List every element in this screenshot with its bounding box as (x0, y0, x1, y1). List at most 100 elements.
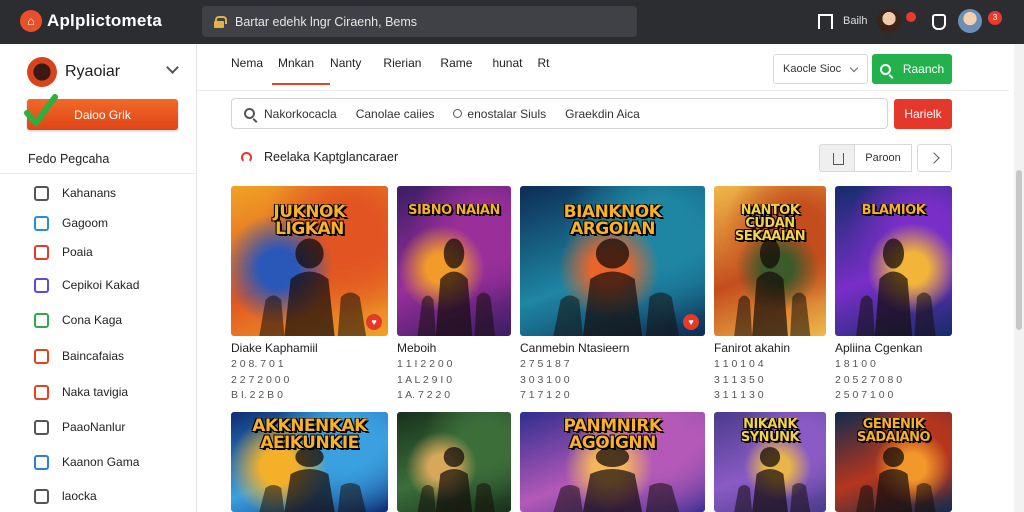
game-thumbnail[interactable]: BLAMIOK (835, 186, 952, 336)
sidebar-item[interactable]: Baincafaias (34, 346, 184, 366)
sidebar-item[interactable]: Cona Kaga (34, 310, 184, 330)
checkmark-icon (24, 94, 58, 126)
google-icon (34, 244, 49, 260)
game-art-title: SIBNO NAIAN (408, 204, 500, 217)
profile-avatar[interactable] (958, 9, 982, 33)
favorite-icon[interactable]: ♥ (683, 314, 699, 330)
sidebar-item-label: Naka tavigia (62, 385, 129, 399)
tab-bar: Nema Mnkan Nanty Rierian Rame hunat Rt (231, 56, 549, 86)
sidebar-item-label: Baincafaias (62, 349, 125, 363)
game-thumbnail[interactable]: SIBNO NAIAN (397, 186, 511, 336)
leaf-icon (34, 312, 49, 328)
action-button[interactable]: Harielk (894, 99, 952, 129)
game-title[interactable]: Fanirot akahin (714, 341, 790, 355)
sort-select-value: Kaocle Sioc (783, 63, 842, 75)
bookmark-icon[interactable] (815, 12, 833, 30)
sidebar-item-label: PaaoNanlur (62, 420, 126, 434)
game-art-title: JUKNOK LIGKAN (273, 204, 346, 238)
app-logo-icon[interactable]: ⌂ (20, 10, 42, 32)
filter-chip-label: enostalar Siuls (467, 106, 547, 121)
section-title: Reelaka Kaptglancaraer (241, 150, 398, 164)
count-badge: 3 (988, 11, 1002, 25)
game-thumbnail[interactable]: NANTOK CUDAN SEKAAIAN (714, 186, 826, 336)
filter-chip-label: Nakorkocacla (264, 106, 337, 121)
favorite-icon[interactable]: ♥ (366, 314, 382, 330)
game-thumbnail[interactable]: JUKNOK LIGKAN ♥ (231, 186, 388, 336)
radio-icon (453, 108, 463, 118)
game-meta: 1 A. 7 2 2 0 (397, 389, 451, 401)
character-art (417, 447, 496, 512)
avatar[interactable] (877, 9, 901, 33)
game-meta: 2 0 5 2 7 0 8 0 (835, 373, 903, 386)
game-title[interactable]: Apliina Cgenkan (835, 341, 922, 355)
game-meta: 1 1 I 2 2 0 0 (397, 358, 453, 370)
game-meta: B I. 2 2 B 0 (231, 389, 283, 401)
sidebar-item[interactable]: PaaoNanlur (34, 417, 184, 437)
sidebar-item[interactable]: Kaanon Gama (34, 452, 184, 472)
brand-name: Ryaoiar (65, 63, 121, 80)
game-art-title: NIKANK SYNUNK (740, 418, 800, 444)
section-heading: Fedo Pegcaha (28, 152, 110, 166)
sidebar-item[interactable]: Naka tavigia (34, 382, 184, 402)
sort-dropdown[interactable]: Paroon (855, 144, 912, 172)
address-bar[interactable]: Bartar edehk lngr Ciraenh, Bems (202, 6, 637, 37)
sidebar-item-label: laocka (62, 489, 97, 503)
divider (197, 90, 1009, 91)
chevron-right-icon[interactable] (917, 144, 952, 172)
search-input[interactable]: Nakorkocacla Canolae caiies enostalar Siul… (231, 98, 888, 129)
game-meta: 2 2 7 2 0 0 0 (231, 373, 290, 386)
view-toggle-icon[interactable] (819, 144, 855, 172)
game-meta: 2 0 8. 7 0 1 (231, 358, 284, 370)
game-meta: 3 0 3 1 0 0 (520, 373, 570, 386)
box-icon (34, 384, 49, 400)
shield-icon[interactable] (929, 12, 947, 30)
game-thumbnail[interactable]: GENENIK SADAIANO (835, 412, 952, 512)
search-button[interactable]: Raanch (872, 54, 952, 84)
filter-chip[interactable]: Canolae caiies (356, 107, 435, 121)
game-title[interactable]: Canmebin Ntasieern (520, 341, 629, 355)
game-thumbnail[interactable]: PANMNIRK AGOIGNN (520, 412, 705, 512)
sidebar-item[interactable]: Kahanans (34, 183, 184, 203)
game-title[interactable]: Meboih (397, 341, 436, 355)
filter-chip[interactable]: enostalar Siuls (453, 107, 546, 121)
notification-badge (906, 12, 916, 22)
divider (0, 173, 197, 174)
game-meta: 1 8 1 0 0 (835, 358, 876, 370)
game-thumbnail[interactable]: NIKANK SYNUNK (714, 412, 826, 512)
top-bar: ⌂ Aplplictometa Bartar edehk lngr Ciraen… (0, 0, 1024, 44)
tab[interactable]: Mnkan (272, 56, 331, 86)
sidebar-item-label: Kaanon Gama (62, 455, 140, 469)
game-thumbnail[interactable] (397, 412, 511, 512)
game-title[interactable]: Diake Kaphamiil (231, 341, 318, 355)
scrollbar[interactable] (1014, 44, 1024, 512)
chevron-down-icon[interactable] (166, 61, 179, 74)
filter-chip[interactable]: Nakorkocacla (264, 107, 337, 121)
sidebar-item-label: Gagoom (62, 216, 109, 230)
game-art-title: AKKNENKAK AEIKUNKIE (252, 418, 367, 452)
tab[interactable]: Rierian (383, 56, 421, 86)
sidebar-item[interactable]: laocka (34, 486, 184, 506)
game-meta: 2 7 5 1 8 7 (520, 358, 570, 370)
tab[interactable]: Nanty (330, 56, 361, 86)
search-icon (879, 63, 891, 75)
tab[interactable]: hunat (492, 56, 522, 86)
game-meta: 2 5 0 7 1 0 0 (835, 389, 894, 401)
window-icon (34, 419, 49, 435)
tab[interactable]: Nema (231, 56, 263, 86)
sidebar-item[interactable]: Gagoom (34, 213, 184, 233)
tab[interactable]: Rt (537, 56, 549, 86)
tab[interactable]: Rame (440, 56, 472, 86)
chevron-down-icon (849, 63, 859, 73)
sidebar-item-label: Poaia (62, 245, 93, 259)
sidebar-item-label: Cona Kaga (62, 313, 123, 327)
filter-chip[interactable]: Graekdin Aica (565, 107, 640, 121)
game-thumbnail[interactable]: AKKNENKAK AEIKUNKIE (231, 412, 388, 512)
game-art-title: GENENIK SADAIANO (856, 418, 931, 444)
scrollbar-thumb[interactable] (1016, 170, 1022, 330)
game-art-title: PANMNIRK AGOIGNN (563, 418, 662, 452)
sort-select[interactable]: Kaocle Sioc (773, 54, 868, 84)
search-icon (34, 488, 49, 504)
sidebar-item[interactable]: Cepikoi Kakad (34, 275, 184, 295)
sidebar-item[interactable]: Poaia (34, 242, 184, 262)
game-thumbnail[interactable]: BIANKNOK ARGOIAN ♥ (520, 186, 705, 336)
